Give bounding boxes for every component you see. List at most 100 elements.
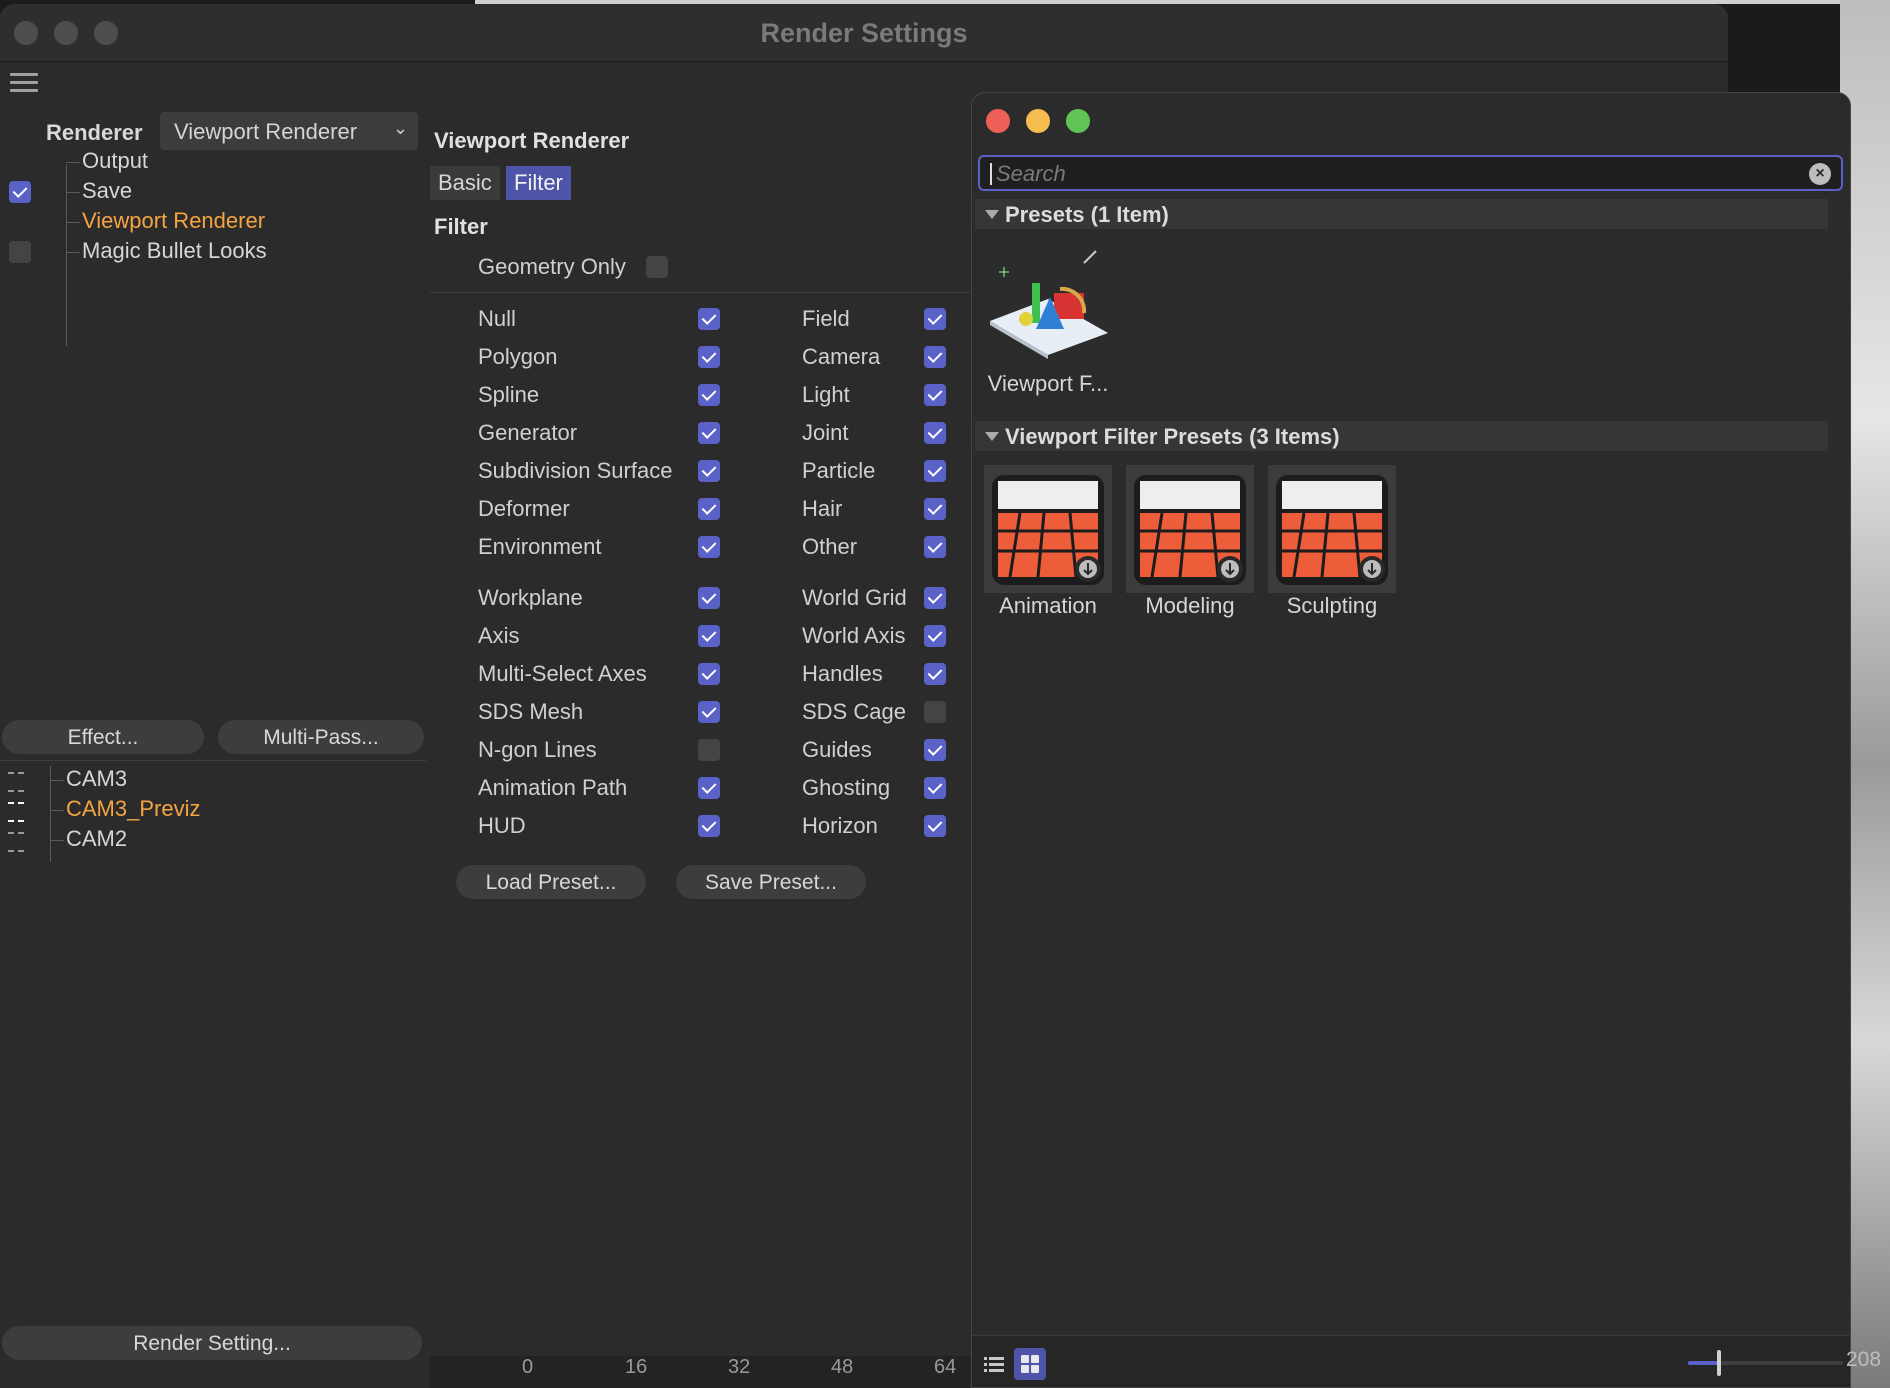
camera-select-icon[interactable] [8, 802, 24, 822]
filter-checkbox[interactable] [698, 422, 720, 444]
tree-item-save[interactable]: Save [82, 178, 132, 204]
filter-label: Guides [802, 737, 872, 762]
minimize-button[interactable] [1026, 109, 1050, 133]
renderer-dropdown-value: Viewport Renderer [174, 119, 358, 144]
filter-label: Environment [478, 534, 602, 559]
filter-checkbox[interactable] [698, 460, 720, 482]
filter-label: Particle [802, 458, 876, 483]
filter-preset-icon [1134, 475, 1246, 585]
grid-view-icon[interactable] [1014, 1348, 1046, 1380]
renderer-dropdown[interactable]: Viewport Renderer ⌄ [160, 112, 418, 150]
divider [430, 292, 970, 293]
zoom-button[interactable] [1066, 109, 1090, 133]
filter-checkbox[interactable] [924, 460, 946, 482]
filter-checkbox[interactable] [924, 308, 946, 330]
search-input[interactable] [996, 160, 1776, 188]
timeline-tick-label: 48 [831, 1356, 854, 1378]
close-button[interactable] [986, 109, 1010, 133]
preset-thumbnail[interactable] [984, 465, 1112, 593]
tab-filter[interactable]: Filter [506, 166, 571, 200]
camera-item[interactable]: CAM3_Previz [66, 796, 200, 822]
panel-title: Viewport Renderer [434, 128, 630, 153]
group-header-presets[interactable]: Presets (1 Item) [975, 199, 1828, 229]
filter-label: Other [802, 534, 858, 559]
save-preset-button[interactable]: Save Preset... [676, 865, 866, 899]
filter-label: Deformer [478, 496, 570, 521]
group-title: Presets (1 Item) [1005, 202, 1169, 227]
tree-item-output[interactable]: Output [82, 148, 148, 174]
list-view-icon[interactable] [978, 1348, 1010, 1380]
filter-checkbox[interactable] [924, 701, 946, 723]
disclosure-triangle-icon [985, 432, 999, 441]
geometry-only-label: Geometry Only [478, 254, 626, 279]
disclosure-triangle-icon [985, 210, 999, 219]
tree-item-viewport-renderer[interactable]: Viewport Renderer [82, 208, 265, 234]
filter-label: Workplane [478, 585, 583, 610]
filter-checkbox[interactable] [698, 308, 720, 330]
chevron-down-icon: ⌄ [392, 118, 408, 138]
filter-label: World Axis [802, 623, 906, 648]
tree-item-enable-checkbox[interactable] [9, 241, 31, 263]
tree-item-enable-checkbox[interactable] [9, 181, 31, 203]
filter-checkbox[interactable] [924, 587, 946, 609]
filter-checkbox[interactable] [698, 777, 720, 799]
preset-thumbnail[interactable] [984, 243, 1112, 371]
camera-item[interactable]: CAM2 [66, 826, 127, 852]
preset-thumbnail[interactable] [1126, 465, 1254, 593]
tab-basic[interactable]: Basic [430, 166, 500, 200]
geometry-only-checkbox[interactable] [646, 256, 668, 278]
filter-checkbox[interactable] [698, 739, 720, 761]
filter-checkbox[interactable] [924, 536, 946, 558]
preset-label: Sculpting [1286, 593, 1378, 618]
filter-label: Camera [802, 344, 881, 369]
filter-checkbox[interactable] [698, 536, 720, 558]
effect-button[interactable]: Effect... [2, 720, 204, 754]
timeline[interactable]: 0 16 32 48 64 [430, 1356, 970, 1388]
tree-branch [66, 222, 80, 223]
filter-checkbox[interactable] [698, 663, 720, 685]
timeline-tick-label: 32 [728, 1356, 751, 1378]
hamburger-menu-icon[interactable] [10, 73, 38, 95]
filter-label: SDS Mesh [478, 699, 584, 724]
render-setting-button[interactable]: Render Setting... [2, 1326, 422, 1360]
window-title: Render Settings [760, 18, 968, 48]
filter-checkbox[interactable] [698, 498, 720, 520]
filter-checkbox[interactable] [698, 587, 720, 609]
filter-label: Horizon [802, 813, 878, 838]
filter-checkbox[interactable] [924, 815, 946, 837]
filter-label: Axis [478, 623, 520, 648]
tree-item-magic-bullet-looks[interactable]: Magic Bullet Looks [82, 238, 267, 264]
preset-thumbnail[interactable] [1268, 465, 1396, 593]
slider-fill [1688, 1361, 1719, 1365]
filter-checkbox[interactable] [924, 777, 946, 799]
filter-checkbox[interactable] [698, 346, 720, 368]
filter-checkbox[interactable] [698, 384, 720, 406]
filter-label: SDS Cage [802, 699, 906, 724]
load-preset-button[interactable]: Load Preset... [456, 865, 646, 899]
clear-search-icon[interactable]: × [1809, 163, 1831, 185]
filter-checkbox[interactable] [924, 384, 946, 406]
tree-branch [66, 252, 80, 253]
preset-browser-window: × Presets (1 Item) Viewport F... Viewpor… [971, 92, 1851, 1388]
slider-handle[interactable] [1717, 1350, 1721, 1376]
filter-label: Subdivision Surface [478, 458, 673, 483]
search-field[interactable]: × [978, 155, 1843, 191]
camera-item[interactable]: CAM3 [66, 766, 127, 792]
filter-checkbox[interactable] [924, 422, 946, 444]
camera-select-icon[interactable] [8, 772, 24, 792]
filter-checkbox[interactable] [924, 739, 946, 761]
group-header-viewport-filter-presets[interactable]: Viewport Filter Presets (3 Items) [975, 421, 1828, 451]
filter-label: Animation Path [478, 775, 628, 800]
filter-label: Generator [478, 420, 578, 445]
camera-select-icon[interactable] [8, 832, 24, 852]
bottom-toolbar [972, 1335, 1850, 1387]
filter-checkbox[interactable] [924, 625, 946, 647]
multipass-button[interactable]: Multi-Pass... [218, 720, 424, 754]
filter-checkbox[interactable] [924, 498, 946, 520]
filter-checkbox[interactable] [924, 663, 946, 685]
filter-checkbox[interactable] [924, 346, 946, 368]
filter-label: Joint [802, 420, 849, 445]
filter-checkbox[interactable] [698, 701, 720, 723]
filter-checkbox[interactable] [698, 815, 720, 837]
filter-checkbox[interactable] [698, 625, 720, 647]
